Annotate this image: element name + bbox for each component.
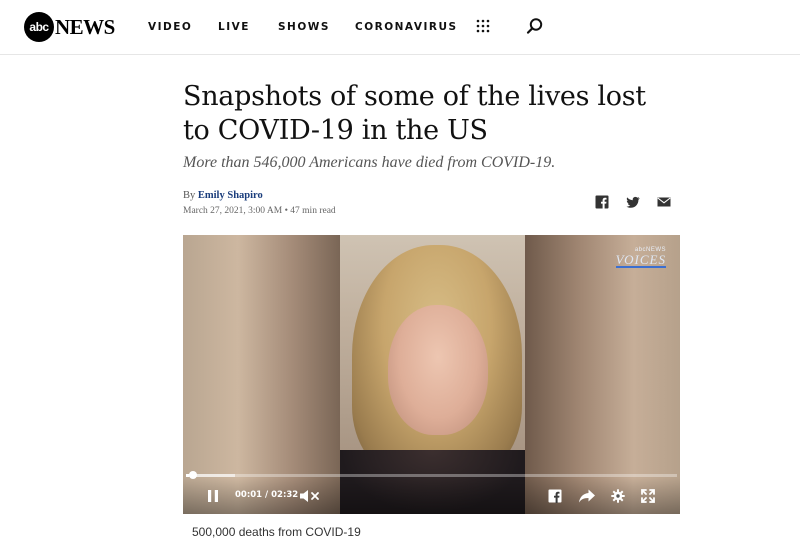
abc-news-logo[interactable]: abc NEWS — [24, 12, 115, 42]
mute-icon[interactable] — [299, 489, 321, 503]
watermark-voices: VOICES — [615, 252, 666, 268]
progress-bar[interactable] — [186, 471, 677, 479]
logo-mark: abc — [24, 12, 54, 42]
nav-item-coronavirus[interactable]: CORONAVIRUS — [355, 21, 458, 33]
time-display: 00:01 / 02:32 — [235, 490, 298, 500]
email-icon[interactable] — [657, 195, 671, 209]
video-face — [388, 305, 488, 435]
time-separator: / — [265, 490, 269, 500]
site-header: abc NEWS VIDEO LIVE SHOWS CORONAVIRUS — [0, 0, 800, 55]
nav-item-shows[interactable]: SHOWS — [278, 21, 330, 33]
video-frame — [340, 235, 525, 514]
publish-date: March 27, 2021, 3:00 AM — [183, 206, 283, 216]
video-caption: 500,000 deaths from COVID-19 — [192, 525, 361, 539]
article-meta: March 27, 2021, 3:00 AM • 47 min read — [183, 206, 336, 216]
nav-item-live[interactable]: LIVE — [218, 21, 250, 33]
byline: By Emily Shapiro — [183, 190, 263, 201]
share-arrow-icon[interactable] — [578, 489, 596, 503]
current-time: 00:01 — [235, 490, 263, 500]
duration: 02:32 — [271, 490, 299, 500]
facebook-share-icon[interactable] — [548, 489, 562, 503]
more-menu-grid-icon[interactable] — [476, 19, 490, 33]
author-link[interactable]: Emily Shapiro — [198, 190, 263, 201]
read-time: 47 min read — [290, 206, 336, 216]
byline-prefix: By — [183, 190, 196, 201]
logo-text: NEWS — [55, 14, 115, 39]
video-blur-left — [183, 235, 340, 514]
facebook-icon[interactable] — [595, 195, 609, 209]
nav-item-video[interactable]: VIDEO — [148, 21, 192, 33]
pause-icon[interactable] — [207, 489, 219, 503]
video-player[interactable]: abcNEWS VOICES 00:01 / 02:32 — [183, 235, 680, 514]
video-blur-right — [525, 235, 680, 514]
fullscreen-icon[interactable] — [641, 489, 655, 503]
article-title: Snapshots of some of the lives lost to C… — [183, 81, 646, 146]
settings-gear-icon[interactable] — [611, 489, 625, 503]
abc-news-voices-watermark: abcNEWS VOICES — [615, 247, 666, 268]
search-icon[interactable] — [526, 17, 544, 35]
twitter-icon[interactable] — [626, 195, 640, 209]
player-controls: 00:01 / 02:32 — [183, 478, 680, 514]
article-subtitle: More than 546,000 Americans have died fr… — [183, 154, 556, 171]
